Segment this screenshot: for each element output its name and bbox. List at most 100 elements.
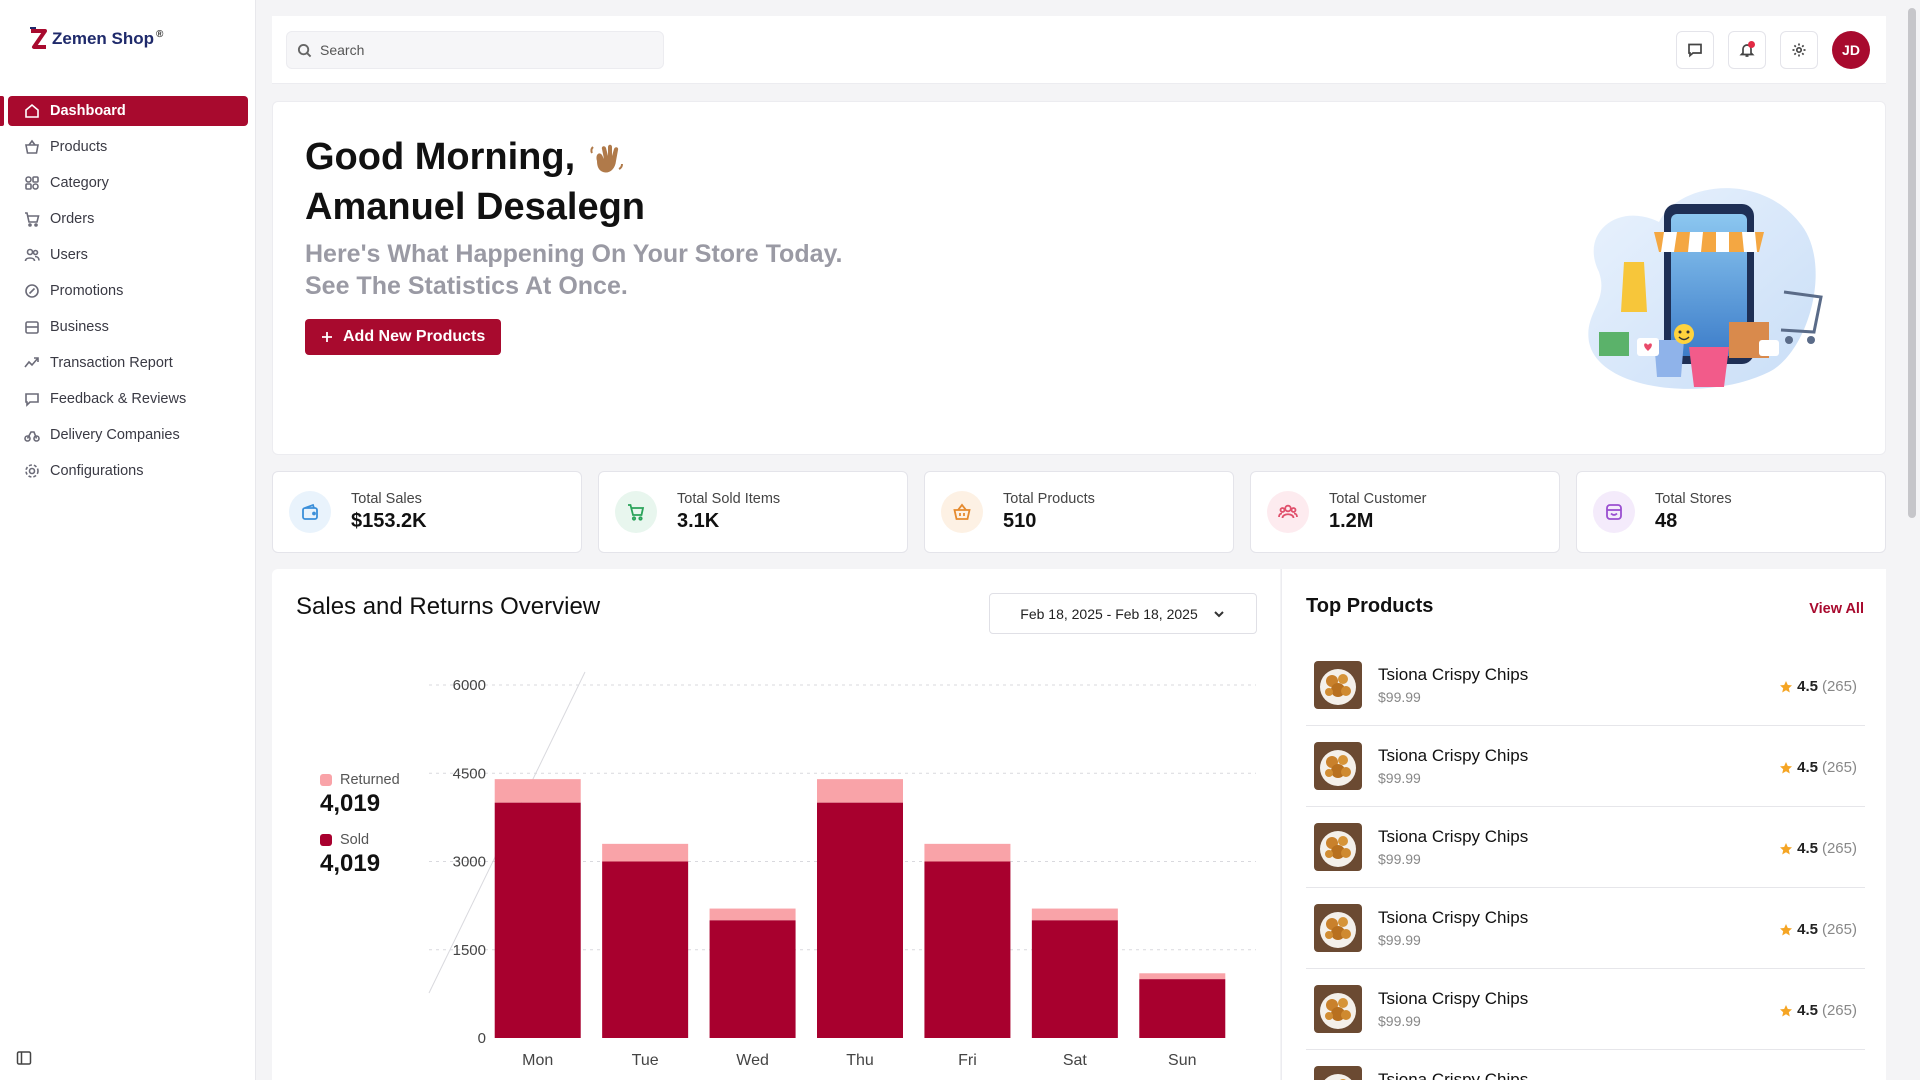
greeting-heading: Good Morning, Amanuel Desalegn (305, 132, 645, 232)
product-row[interactable]: Tsiona Crispy Chips$99.994.5(265) (1306, 726, 1865, 807)
sidebar-item-category[interactable]: Category (8, 168, 248, 198)
stat-card-total-sold-items[interactable]: Total Sold Items 3.1K (598, 471, 908, 553)
product-row[interactable]: Tsiona Crispy Chips$99.994.5(265) (1306, 645, 1865, 726)
logo-icon (30, 27, 47, 49)
bar-returned-mon[interactable] (494, 779, 581, 803)
stat-card-total-stores[interactable]: Total Stores 48 (1576, 471, 1886, 553)
legend-swatch (320, 834, 332, 846)
star-icon (1780, 1004, 1793, 1016)
sidebar-item-label: Users (50, 247, 88, 263)
product-row[interactable]: Tsiona Crispy Chips$99.994.5(265) (1306, 888, 1865, 969)
wallet-icon (289, 491, 331, 533)
search-box[interactable] (286, 31, 664, 69)
stat-card-total-customer[interactable]: Total Customer 1.2M (1250, 471, 1560, 553)
sidebar-item-transaction-report[interactable]: Transaction Report (8, 348, 248, 378)
stats-row: Total Sales $153.2K Total Sold Items 3.1… (272, 471, 1886, 553)
tag-icon (25, 284, 39, 298)
store-illustration (1588, 188, 1823, 389)
gear-icon (25, 464, 39, 478)
bar-sold-thu[interactable] (817, 802, 903, 1038)
gear-icon (1792, 43, 1806, 57)
product-list: Tsiona Crispy Chips $99.99 4.5 (265) Tsiona … (1306, 645, 1865, 1080)
welcome-banner: Good Morning, Amanuel Desalegn Here's Wh… (272, 101, 1886, 455)
legend-swatch (320, 774, 332, 786)
legend-label: Returned (340, 772, 400, 788)
stat-label: Total Sold Items (677, 491, 781, 507)
stat-value: $153.2K (351, 510, 427, 532)
product-price: $99.99 (1378, 932, 1421, 948)
legend-label: Sold (340, 832, 370, 848)
sales-returns-chart: 0 1500 3000 4500 6000 Mon Tue Wed Thu Fri Sat Sun (428, 671, 1256, 1069)
stat-label: Total Products (1003, 491, 1095, 507)
product-price: $99.99 (1378, 851, 1421, 867)
product-row[interactable]: Tsiona Crispy Chips$99.994.5(265) (1306, 1050, 1865, 1080)
home-icon (25, 103, 39, 118)
legend-value: 4,019 (320, 850, 381, 877)
chart-legend: Returned 4,019 Sold 4,019 (320, 772, 400, 892)
view-all-link[interactable]: View All (1809, 601, 1864, 617)
sidebar-item-users[interactable]: Users (8, 240, 248, 270)
rating-count: (265) (1821, 921, 1857, 938)
messages-button[interactable] (1676, 31, 1714, 69)
legend-value: 4,019 (320, 790, 381, 817)
bar-sold-sat[interactable] (1031, 920, 1118, 1038)
sidebar-item-business[interactable]: Business (8, 312, 248, 342)
logo[interactable]: Zemen Shop ® (28, 26, 163, 52)
bar-returned-sun[interactable] (1139, 973, 1226, 980)
avatar[interactable]: JD (1832, 31, 1870, 69)
bar-returned-sat[interactable] (1031, 908, 1118, 921)
bar-sold-tue[interactable] (602, 861, 689, 1039)
legend-item-returned: Returned 4,019 (320, 772, 400, 818)
stat-value: 48 (1655, 510, 1678, 532)
chart-title: Sales and Returns Overview (296, 593, 601, 620)
y-tick-label: 6000 (453, 677, 486, 694)
x-tick-label: Mon (522, 1052, 553, 1069)
sidebar-item-dashboard[interactable]: Dashboard (0, 96, 248, 126)
add-new-products-button[interactable]: Add New Products (305, 319, 502, 355)
bar-returned-fri[interactable] (924, 843, 1011, 862)
sidebar-item-label: Orders (50, 211, 95, 227)
sidebar-item-label: Delivery Companies (50, 427, 180, 443)
search-input[interactable] (320, 42, 640, 58)
rating-count: (265) (1821, 759, 1857, 776)
bar-sold-wed[interactable] (709, 920, 796, 1038)
product-row[interactable]: Tsiona Crispy Chips$99.994.5(265) (1306, 969, 1865, 1050)
product-rating: 4.5 (265) (1779, 678, 1857, 695)
sidebar-item-products[interactable]: Products (8, 132, 248, 162)
greeting-text: Good Morning, (305, 136, 576, 178)
bar-returned-tue[interactable] (602, 843, 689, 862)
stat-card-total-products[interactable]: Total Products 510 (924, 471, 1234, 553)
sidebar-collapse-icon[interactable] (16, 1050, 32, 1066)
users-icon (1267, 491, 1309, 533)
bar-returned-wed[interactable] (709, 908, 796, 921)
sidebar-item-orders[interactable]: Orders (8, 204, 248, 234)
sidebar-item-label: Promotions (50, 283, 124, 299)
legend-item-sold: Sold 4,019 (320, 832, 400, 878)
sidebar-item-feedback-reviews[interactable]: Feedback & Reviews (8, 384, 248, 414)
sidebar-item-delivery-companies[interactable]: Delivery Companies (8, 420, 248, 450)
users-icon (24, 248, 40, 262)
x-tick-label: Sun (1168, 1052, 1196, 1069)
topbar: JD (272, 16, 1886, 84)
category-icon (25, 176, 39, 190)
bar-sold-fri[interactable] (924, 861, 1011, 1039)
bar-sold-mon[interactable] (494, 802, 581, 1038)
notifications-button[interactable] (1728, 31, 1766, 69)
sidebar-item-label: Products (50, 139, 108, 155)
stat-value: 3.1K (677, 510, 720, 532)
star-icon (1780, 680, 1793, 692)
date-range-picker[interactable]: Feb 18, 2025 - Feb 18, 2025 (989, 593, 1257, 634)
product-row[interactable]: Tsiona Crispy Chips$99.994.5(265) (1306, 807, 1865, 888)
sidebar-item-promotions[interactable]: Promotions (8, 276, 248, 306)
scrollbar-thumb[interactable] (1908, 8, 1916, 518)
product-name: Tsiona Crispy Chips (1378, 1070, 1529, 1080)
stat-card-total-sales[interactable]: Total Sales $153.2K (272, 471, 582, 553)
sidebar-item-configurations[interactable]: Configurations (8, 456, 248, 486)
bar-returned-thu[interactable] (817, 779, 903, 803)
settings-button[interactable] (1780, 31, 1818, 69)
y-tick-label: 3000 (453, 854, 486, 871)
sidebar-item-label: Dashboard (50, 103, 126, 119)
bike-icon (24, 431, 40, 442)
product-name: Tsiona Crispy Chips (1378, 989, 1529, 1008)
bar-sold-sun[interactable] (1139, 979, 1226, 1038)
